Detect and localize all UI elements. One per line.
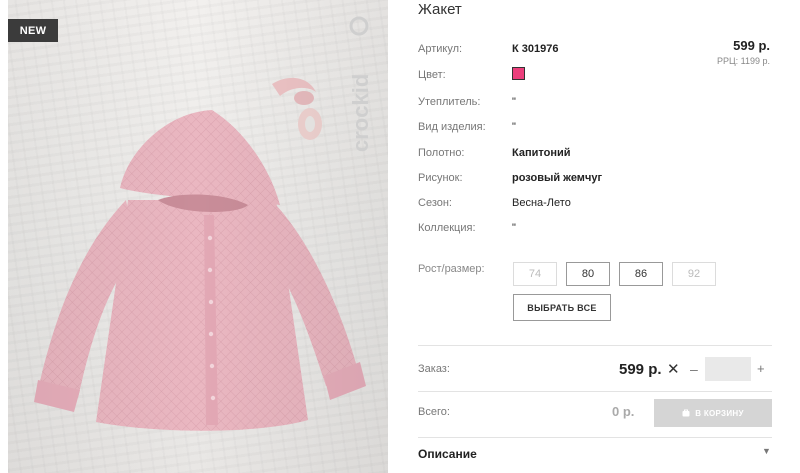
chevron-down-icon[interactable]: ▼: [762, 446, 771, 456]
size-option-74[interactable]: 74: [513, 262, 557, 286]
new-badge: NEW: [8, 19, 58, 42]
cart-icon: [682, 409, 690, 417]
attribute-value: ": [512, 222, 516, 234]
color-swatch[interactable]: [512, 67, 525, 80]
product-photo[interactable]: NEW crockid: [8, 0, 388, 473]
attribute-label: Рисунок:: [418, 172, 463, 184]
rrp-price: РРЦ: 1199 р.: [716, 56, 770, 66]
select-all-button[interactable]: ВЫБРАТЬ ВСЕ: [513, 294, 611, 321]
divider: [418, 391, 772, 392]
attribute-value: Весна-Лето: [512, 197, 571, 209]
product-title: Жакет: [418, 1, 462, 18]
quantity-input[interactable]: [705, 357, 751, 381]
add-to-cart-button[interactable]: В КОРЗИНУ: [654, 399, 772, 427]
order-price: 599 р.: [619, 361, 662, 378]
attribute-label: Вид изделия:: [418, 121, 486, 133]
divider: [418, 345, 772, 346]
attribute-value: Капитоний: [512, 147, 571, 159]
total-value: 0 р.: [612, 404, 635, 419]
divider: [418, 437, 772, 438]
size-option-86[interactable]: 86: [619, 262, 663, 286]
attribute-label: Цвет:: [418, 69, 446, 81]
increase-quantity-button[interactable]: +: [757, 361, 765, 376]
attribute-value: розовый жемчуг: [512, 172, 603, 184]
times-icon: ✕: [667, 361, 680, 378]
attribute-value: ": [512, 121, 516, 133]
size-label: Рост/размер:: [418, 263, 485, 275]
size-option-92[interactable]: 92: [672, 262, 716, 286]
attribute-label: Артикул:: [418, 43, 463, 55]
jacket-image: [8, 0, 388, 473]
decrease-quantity-button[interactable]: –: [690, 361, 698, 377]
attribute-label: Коллекция:: [418, 222, 476, 234]
attribute-label: Полотно:: [418, 147, 465, 159]
total-label: Всего:: [418, 406, 450, 418]
attribute-label: Сезон:: [418, 197, 452, 209]
cart-button-label: В КОРЗИНУ: [695, 408, 744, 418]
attribute-value: К 301976: [512, 43, 559, 55]
attribute-value: ": [512, 96, 516, 108]
order-label: Заказ:: [418, 363, 450, 375]
crockid-logo: crockid: [348, 16, 373, 152]
brand-logo-text: crockid: [348, 74, 373, 152]
attribute-label: Утеплитель:: [418, 96, 481, 108]
description-title[interactable]: Описание: [418, 447, 477, 461]
size-option-80[interactable]: 80: [566, 262, 610, 286]
product-price: 599 р.: [733, 38, 770, 53]
